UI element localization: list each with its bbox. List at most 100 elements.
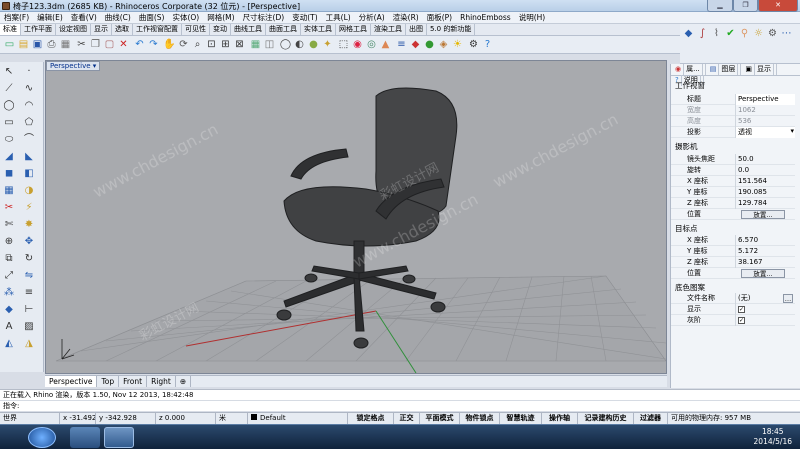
rotate-view-icon[interactable]: ⟳ bbox=[177, 38, 190, 51]
target-place-button[interactable]: 放置... bbox=[741, 269, 785, 278]
tab-right[interactable]: Right bbox=[147, 376, 176, 387]
hide-icon[interactable]: ◉ bbox=[351, 38, 364, 51]
open-file-icon[interactable]: ▤ bbox=[17, 38, 30, 51]
zoom-window-icon[interactable]: ⊡ bbox=[205, 38, 218, 51]
browse-button[interactable]: … bbox=[783, 294, 793, 303]
osnap-icon[interactable]: ⌇ bbox=[710, 27, 723, 40]
camera-place-button[interactable]: 放置... bbox=[741, 210, 785, 219]
bg-show-checkbox[interactable]: ✓ bbox=[738, 306, 745, 313]
tab-solid-tools[interactable]: 实体工具 bbox=[301, 24, 336, 35]
menu-solid[interactable]: 实体(O) bbox=[168, 12, 203, 24]
polygon-icon[interactable]: ⬠ bbox=[22, 116, 36, 130]
dimension-icon[interactable]: ⊢ bbox=[22, 303, 36, 317]
start-button[interactable] bbox=[28, 427, 56, 448]
options-icon[interactable]: ⚙ bbox=[467, 38, 480, 51]
tab-viewport-layout[interactable]: 工作视窗配置 bbox=[133, 24, 182, 35]
curve-tool-icon[interactable]: ∫ bbox=[696, 27, 709, 40]
tab-curve-tools[interactable]: 曲线工具 bbox=[231, 24, 266, 35]
properties-icon[interactable]: ▦ bbox=[59, 38, 72, 51]
perspective-viewport[interactable]: www.chdesign.cn www.chdesign.cn www.chde… bbox=[45, 60, 667, 374]
tab-standard[interactable]: 标准 bbox=[0, 24, 21, 35]
panel-tab-properties[interactable]: ◉ 属... bbox=[671, 64, 706, 75]
tab-top[interactable]: Top bbox=[97, 376, 120, 387]
tab-select[interactable]: 选取 bbox=[112, 24, 133, 35]
copy-object-icon[interactable]: ⧉ bbox=[2, 252, 16, 266]
ellipse-icon[interactable]: ⬭ bbox=[2, 133, 16, 147]
minimize-button[interactable]: ▁ bbox=[707, 0, 733, 12]
select-arrow-icon[interactable]: ↖ bbox=[2, 65, 16, 79]
join-icon[interactable]: ⚡ bbox=[22, 201, 36, 215]
history-icon[interactable]: ⚲ bbox=[738, 27, 751, 40]
rhino-taskbar-icon[interactable] bbox=[104, 427, 134, 448]
menu-curve[interactable]: 曲线(C) bbox=[101, 12, 135, 24]
menu-edit[interactable]: 编辑(E) bbox=[33, 12, 67, 24]
menu-mesh[interactable]: 网格(M) bbox=[203, 12, 238, 24]
zoom-icon[interactable]: ⌕ bbox=[191, 38, 204, 51]
tab-render-tools[interactable]: 渲染工具 bbox=[371, 24, 406, 35]
move-icon[interactable]: ✥ bbox=[22, 235, 36, 249]
delete-icon[interactable]: ✕ bbox=[117, 38, 130, 51]
boolean-icon[interactable]: ◑ bbox=[22, 184, 36, 198]
analyze-curve-icon[interactable]: ◭ bbox=[2, 337, 16, 351]
curve-icon[interactable]: ∿ bbox=[22, 82, 36, 96]
render-preview-icon[interactable]: ● bbox=[307, 38, 320, 51]
close-button[interactable]: ✕ bbox=[758, 0, 798, 12]
camera-y-field[interactable]: 190.085 bbox=[735, 187, 795, 198]
snap-icon[interactable]: ◆ bbox=[682, 27, 695, 40]
bg-grayscale-checkbox[interactable]: ✓ bbox=[738, 317, 745, 324]
menu-panels[interactable]: 面板(P) bbox=[423, 12, 456, 24]
render-object-icon[interactable]: ◮ bbox=[22, 337, 36, 351]
tab-drafting[interactable]: 出图 bbox=[406, 24, 427, 35]
viewport-title[interactable]: Perspective ▾ bbox=[46, 61, 101, 71]
camera-x-field[interactable]: 151.564 bbox=[735, 176, 795, 187]
target-z-field[interactable]: 38.167 bbox=[735, 257, 795, 268]
chevron-down-icon[interactable]: ▾ bbox=[790, 127, 794, 135]
light-icon[interactable]: ✦ bbox=[321, 38, 334, 51]
camera-z-field[interactable]: 129.784 bbox=[735, 198, 795, 209]
array-icon[interactable]: ⁂ bbox=[2, 286, 16, 300]
command-line[interactable]: 指令: bbox=[0, 400, 800, 411]
split-icon[interactable]: ✂ bbox=[2, 201, 16, 215]
render-settings-icon[interactable]: ☼ bbox=[752, 27, 765, 40]
mirror-icon[interactable]: ⇋ bbox=[22, 269, 36, 283]
copy-icon[interactable]: ❐ bbox=[89, 38, 102, 51]
layer-icon[interactable]: ≡ bbox=[395, 38, 408, 51]
hatch-icon[interactable]: ▨ bbox=[22, 320, 36, 334]
arc-icon[interactable]: ◠ bbox=[22, 99, 36, 113]
point-icon[interactable]: · bbox=[22, 65, 36, 79]
new-file-icon[interactable]: ▭ bbox=[3, 38, 16, 51]
menu-view[interactable]: 查看(V) bbox=[67, 12, 101, 24]
menu-dimension[interactable]: 尺寸标注(D) bbox=[239, 12, 289, 24]
scale-icon[interactable]: ⤢ bbox=[2, 269, 16, 283]
select-icon[interactable]: ⬚ bbox=[337, 38, 350, 51]
system-clock[interactable]: 18:45 2014/5/16 bbox=[754, 427, 792, 447]
show-icon[interactable]: ◎ bbox=[365, 38, 378, 51]
menu-transform[interactable]: 变动(T) bbox=[288, 12, 321, 24]
zoom-extents-icon[interactable]: ⊞ bbox=[219, 38, 232, 51]
surface-icon[interactable]: ◢ bbox=[2, 150, 16, 164]
tab-visibility[interactable]: 可见性 bbox=[182, 24, 210, 35]
mesh-icon[interactable]: ▦ bbox=[2, 184, 16, 198]
title-field[interactable]: Perspective bbox=[735, 94, 795, 105]
pan-icon[interactable]: ✋ bbox=[163, 38, 176, 51]
menu-analyze[interactable]: 分析(A) bbox=[355, 12, 389, 24]
cut-icon[interactable]: ✂ bbox=[75, 38, 88, 51]
tab-front[interactable]: Front bbox=[119, 376, 148, 387]
extrude-icon[interactable]: ◧ bbox=[22, 167, 36, 181]
tab-display[interactable]: 显示 bbox=[91, 24, 112, 35]
fillet-curve-icon[interactable]: ⌒ bbox=[22, 133, 36, 147]
menu-rhinoemboss[interactable]: RhinoEmboss bbox=[456, 12, 515, 24]
loft-icon[interactable]: ◣ bbox=[22, 150, 36, 164]
text-icon[interactable]: A bbox=[2, 320, 16, 334]
material-icon[interactable]: ● bbox=[423, 38, 436, 51]
add-viewport-tab[interactable]: ⊕ bbox=[176, 376, 192, 387]
analyze-icon[interactable]: ✔ bbox=[724, 27, 737, 40]
menu-tools[interactable]: 工具(L) bbox=[322, 12, 355, 24]
undo-icon[interactable]: ↶ bbox=[133, 38, 146, 51]
render-icon[interactable]: ◈ bbox=[437, 38, 450, 51]
tab-perspective[interactable]: Perspective bbox=[45, 376, 98, 387]
menu-help[interactable]: 说明(H) bbox=[515, 12, 550, 24]
sun-icon[interactable]: ☀ bbox=[451, 38, 464, 51]
explorer-taskbar-icon[interactable] bbox=[70, 427, 100, 448]
rotation-field[interactable]: 0.0 bbox=[735, 165, 795, 176]
